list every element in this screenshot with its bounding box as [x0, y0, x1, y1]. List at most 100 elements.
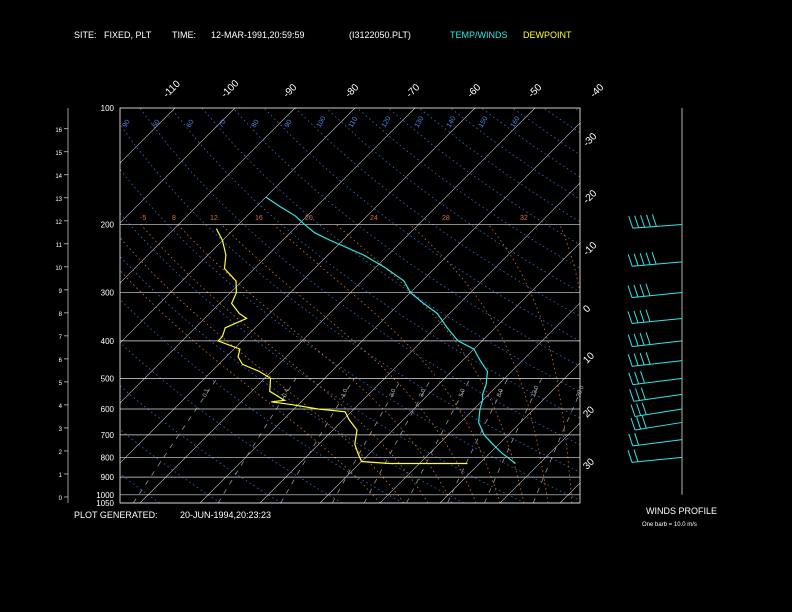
wind-barb [645, 332, 651, 345]
wind-barb [641, 416, 647, 429]
saturated-adiabat [273, 224, 501, 503]
temp-tick-label: -100 [219, 78, 241, 100]
wind-barb [628, 433, 634, 447]
temp-tick-label: -110 [161, 78, 183, 100]
wind-barb-staff [632, 261, 683, 267]
dry-adiabat-label: 24 [370, 215, 378, 222]
isotherm-line [379, 302, 580, 503]
height-label: 11 [56, 243, 63, 249]
isotherm-line [319, 242, 580, 503]
isotherm-line [120, 108, 356, 344]
dry-adiabat [294, 108, 580, 317]
temp-tick-label: -30 [581, 131, 599, 149]
dry-adiabat [120, 123, 580, 473]
temp-tick-label: -10 [581, 240, 599, 258]
mixing-ratio-label: 0.1 [202, 388, 211, 399]
wind-barb [651, 252, 657, 265]
adiabat-label: 60 [186, 119, 196, 129]
isotherm-line [680, 108, 792, 503]
dry-adiabat [387, 108, 580, 246]
wind-barb [635, 388, 640, 401]
temp-tick-label: -40 [588, 82, 606, 100]
wind-barb [639, 310, 645, 323]
wind-barb-staff [633, 393, 683, 402]
dry-adiabat-label: -5 [140, 215, 146, 222]
temp-tick-label: -80 [343, 82, 361, 100]
height-label: 8 [59, 312, 63, 318]
pressure-label: 1050 [96, 499, 114, 508]
adiabat-label: 80 [251, 119, 261, 129]
dry-adiabat [543, 108, 580, 134]
saturated-adiabat [409, 224, 549, 503]
dry-adiabat [450, 108, 580, 200]
dry-adiabat [120, 212, 525, 503]
saturated-adiabat [618, 224, 623, 503]
isotherm-line [120, 108, 236, 224]
dry-adiabat [139, 108, 580, 446]
wind-barb-staff [632, 340, 683, 348]
wind-barb [641, 402, 647, 415]
height-label: 13 [55, 197, 62, 203]
adiabat-label: 110 [348, 116, 360, 129]
wind-barb [640, 387, 646, 400]
wind-barb [627, 254, 633, 267]
dry-adiabat [170, 108, 580, 419]
pressure-label: 500 [101, 374, 115, 383]
adiabat-label: 90 [122, 119, 132, 129]
isotherm-line [740, 108, 792, 503]
wind-barb [627, 450, 633, 463]
skew-t-chart: 1002003004005006007008009001000105001234… [0, 78, 792, 508]
wind-barb-staff [632, 377, 683, 386]
wind-barb [639, 333, 645, 346]
adiabat-label: 160 [510, 115, 522, 129]
adiabat-label: 70 [218, 119, 228, 129]
wind-barb [633, 253, 639, 266]
isotherm-line [120, 108, 296, 284]
temp-tick-label: 0 [581, 303, 593, 315]
wind-barb [639, 284, 645, 297]
dry-adiabat-label: 16 [255, 215, 263, 222]
wind-barb [628, 372, 634, 385]
wind-barb [628, 215, 634, 229]
mixing-ratio-label: 1.0 [341, 388, 350, 399]
dry-adiabat [201, 108, 580, 393]
height-label: 3 [59, 427, 63, 433]
saturated-adiabat [120, 269, 381, 503]
wind-barb-staff [632, 223, 683, 229]
height-label: 0 [59, 496, 63, 502]
isotherm-line [139, 108, 536, 503]
wind-barb [627, 311, 633, 324]
adiabat-label: 90 [284, 119, 294, 129]
wind-barb [645, 283, 651, 296]
wind-barb [636, 403, 642, 416]
pressure-label: 100 [101, 104, 115, 113]
height-label: 1 [59, 473, 63, 479]
pressure-label: 400 [101, 337, 115, 346]
adiabat-label: 130 [414, 115, 426, 129]
wind-barb [630, 404, 636, 417]
wind-barb [639, 253, 645, 266]
pressure-label: 200 [101, 220, 115, 229]
dry-adiabat [356, 108, 580, 269]
height-label: 16 [55, 128, 62, 134]
temp-tick-label: 20 [581, 404, 597, 420]
temp-tick-label: -70 [404, 82, 422, 100]
dry-adiabat [120, 385, 282, 503]
wind-barb-staff [634, 421, 683, 431]
pressure-label: 300 [101, 289, 115, 298]
height-label: 4 [59, 404, 63, 410]
wind-barb [627, 354, 633, 367]
wind-barb [634, 215, 640, 228]
isotherm-line [199, 122, 580, 503]
isotherm-line [0, 108, 55, 503]
wind-barb [640, 370, 646, 384]
height-label: 2 [59, 450, 63, 456]
wind-barb [630, 417, 636, 431]
height-label: 10 [55, 266, 62, 272]
dry-adiabat [481, 108, 580, 178]
isotherm-line [259, 182, 580, 503]
saturated-adiabat [221, 224, 477, 503]
dry-adiabat [232, 108, 580, 367]
dry-adiabat [120, 298, 404, 503]
mixing-ratio-label: 2.0 [389, 388, 398, 399]
